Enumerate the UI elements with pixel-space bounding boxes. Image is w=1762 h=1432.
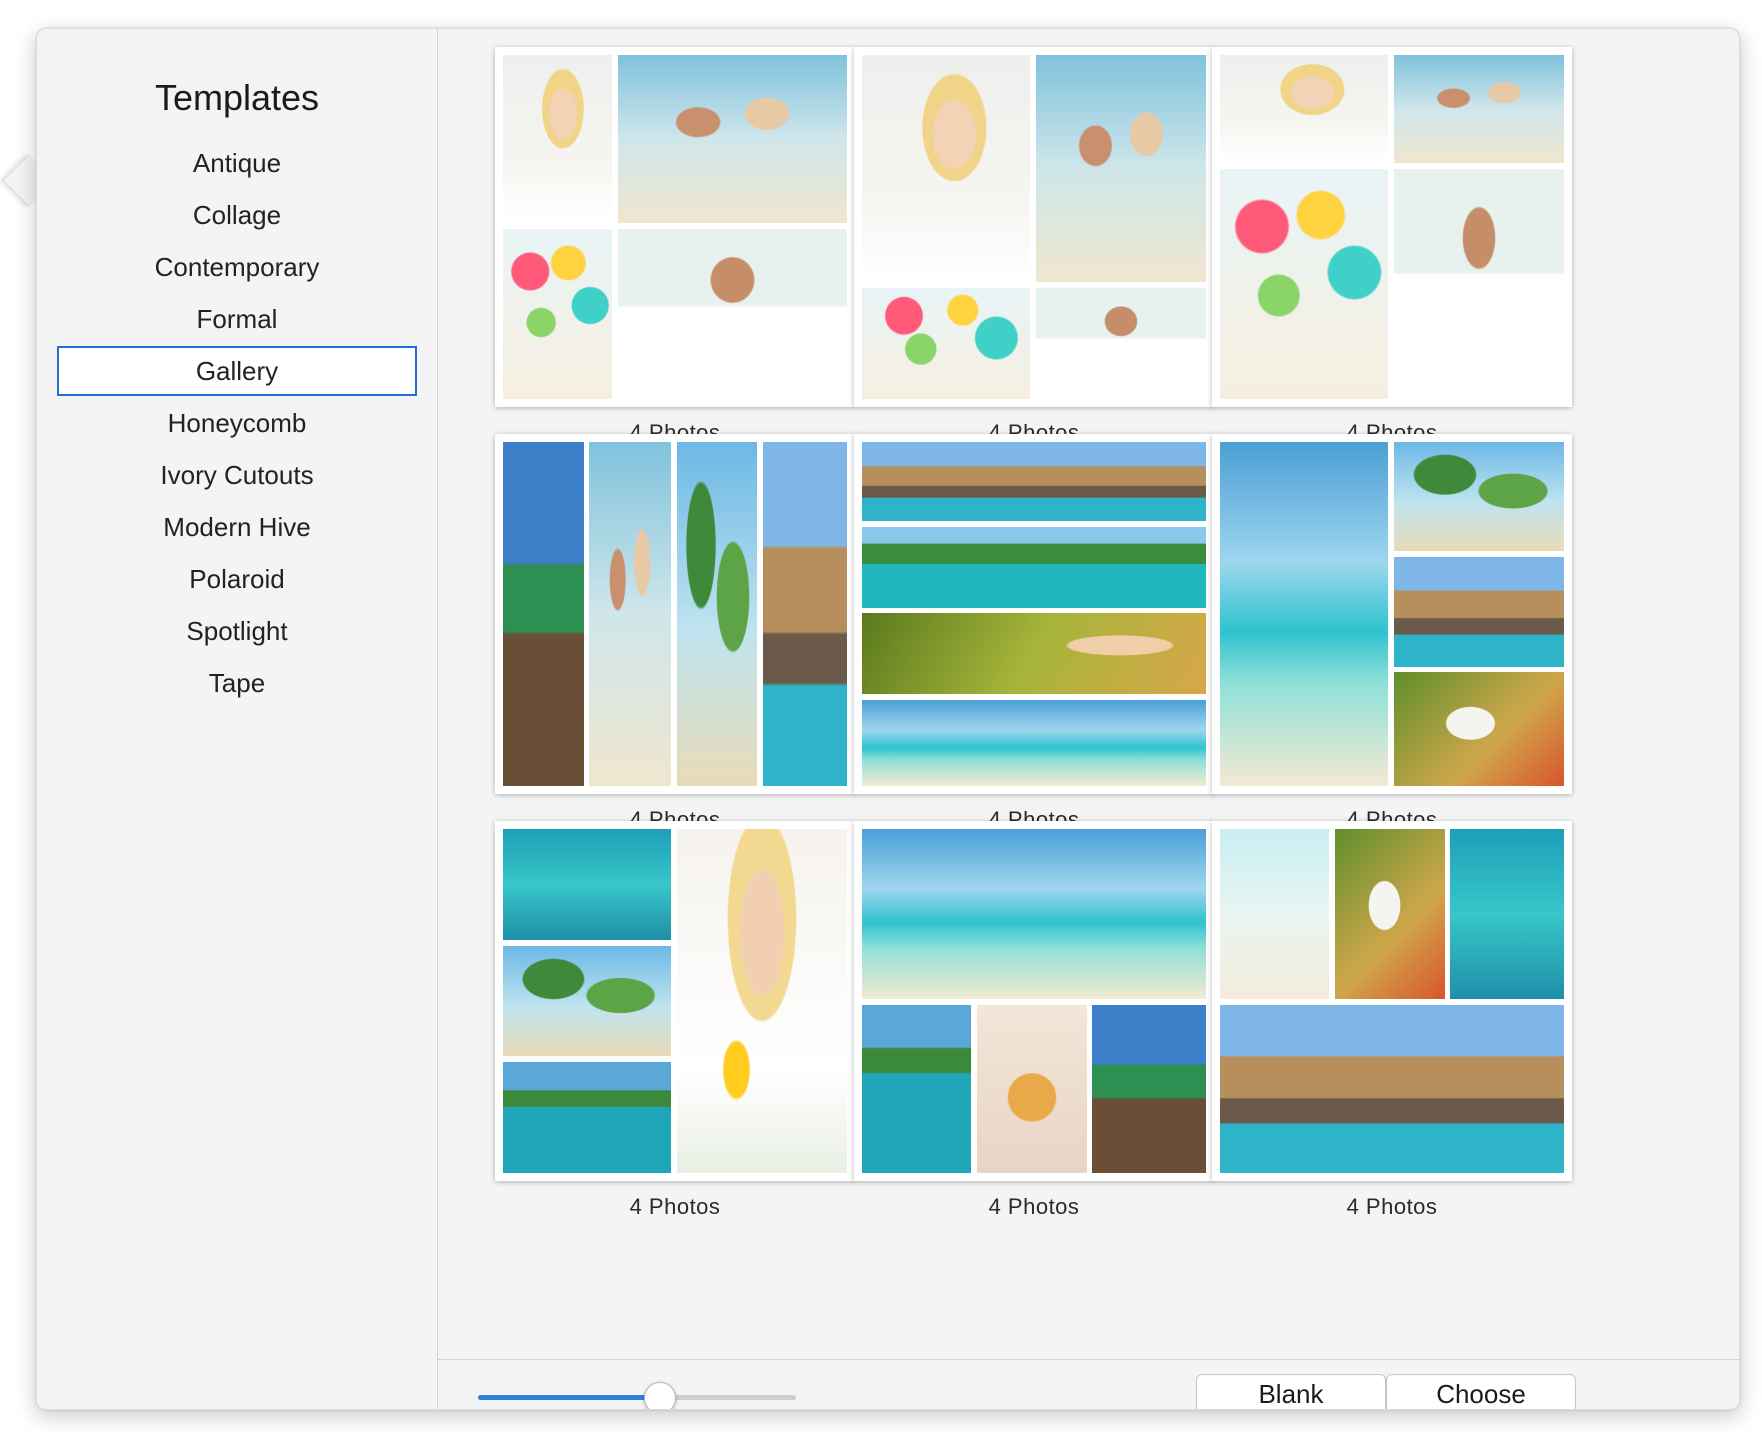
photo-placeholder [1334,828,1445,1000]
template-thumbnail[interactable] [854,821,1214,1181]
photo-placeholder [1092,1004,1207,1174]
template-thumbnail[interactable] [1212,47,1572,407]
sidebar-item-label: Tape [208,668,266,698]
photo-placeholder [502,945,671,1057]
sidebar-item-honeycomb[interactable]: Honeycomb [37,397,437,449]
photo-placeholder [976,1004,1087,1174]
photo-placeholder [617,54,848,223]
photo-placeholder [861,613,1207,695]
blank-button[interactable]: Blank [1196,1374,1386,1409]
photo-placeholder [617,228,848,400]
template-thumbnail[interactable] [495,821,855,1181]
template-grid: 4 Photos 4 Photos 4 Photos 4 Photos 4 Photos… [438,29,1739,1359]
sidebar-item-contemporary[interactable]: Contemporary [37,241,437,293]
footer-bar: Blank Choose [438,1359,1739,1409]
photo-placeholder [1219,828,1329,1000]
photo-placeholder [861,699,1207,787]
photo-placeholder [1450,828,1565,1000]
sidebar-item-label: Gallery [195,356,279,386]
template-thumbnail[interactable] [1212,821,1572,1181]
template-card[interactable]: 4 Photos [854,47,1214,446]
template-card[interactable]: 4 Photos [1212,434,1572,833]
sidebar-item-polaroid[interactable]: Polaroid [37,553,437,605]
sidebar-item-tape[interactable]: Tape [37,657,437,709]
photo-placeholder [502,441,584,787]
sidebar-item-label: Formal [196,304,278,334]
template-thumbnail[interactable] [495,47,855,407]
photo-placeholder [861,828,1207,1000]
sidebar-item-label: Ivory Cutouts [160,460,314,490]
template-card[interactable]: 4 Photos [495,47,855,446]
template-caption: 4 Photos [1346,1194,1438,1219]
photo-placeholder [1393,672,1565,787]
photo-placeholder [1393,556,1565,667]
photo-placeholder [1393,441,1565,551]
sidebar-item-spotlight[interactable]: Spotlight [37,605,437,657]
photo-placeholder [502,828,671,941]
sidebar: Templates Antique Collage Contemporary Form… [37,29,438,1409]
photo-placeholder [861,441,1207,522]
template-thumbnail[interactable] [495,434,855,794]
photo-placeholder [1035,54,1207,283]
sidebar-item-collage[interactable]: Collage [37,189,437,241]
choose-button[interactable]: Choose [1386,1374,1576,1409]
template-thumbnail[interactable] [854,47,1214,407]
sidebar-item-label: Antique [192,148,282,178]
template-category-list: Antique Collage Contemporary Formal Gallery H… [37,137,437,709]
photo-placeholder [502,228,612,400]
photo-placeholder [502,1061,671,1174]
template-card[interactable]: 4 Photos [495,821,855,1220]
zoom-slider-fill [478,1395,660,1400]
sidebar-item-ivory-cutouts[interactable]: Ivory Cutouts [37,449,437,501]
sidebar-item-label: Contemporary [154,252,320,282]
photo-placeholder [1219,54,1388,163]
template-card[interactable]: 4 Photos [1212,47,1572,446]
sidebar-title: Templates [154,77,320,118]
template-thumbnail[interactable] [1212,434,1572,794]
sidebar-item-formal[interactable]: Formal [37,293,437,345]
template-card[interactable]: 4 Photos [495,434,855,833]
photo-placeholder [861,54,1030,283]
template-chooser-window: Templates Antique Collage Contemporary Form… [36,28,1740,1410]
photo-placeholder [763,441,848,787]
photo-placeholder [1393,54,1565,163]
photo-placeholder [1219,441,1388,787]
zoom-slider-knob[interactable] [644,1382,677,1409]
photo-placeholder [861,287,1030,400]
photo-placeholder [1219,1004,1565,1174]
photo-placeholder [502,54,612,223]
sidebar-item-label: Spotlight [186,616,288,646]
photo-placeholder [1035,287,1207,400]
photo-placeholder [589,441,672,787]
zoom-slider[interactable] [478,1395,796,1400]
photo-placeholder [676,441,758,787]
template-card[interactable]: 4 Photos [854,821,1214,1220]
sidebar-item-antique[interactable]: Antique [37,137,437,189]
photo-placeholder [1393,168,1565,400]
photo-placeholder [676,828,848,1174]
template-caption: 4 Photos [629,1194,721,1219]
template-card[interactable]: 4 Photos [1212,821,1572,1220]
photo-placeholder [861,527,1207,608]
photo-placeholder [1219,168,1388,400]
sidebar-item-label: Polaroid [189,564,285,594]
sidebar-item-label: Collage [192,200,282,230]
template-card[interactable]: 4 Photos [854,434,1214,833]
template-thumbnail[interactable] [854,434,1214,794]
sidebar-item-label: Modern Hive [163,512,311,542]
sidebar-item-gallery[interactable]: Gallery [37,345,437,397]
template-caption: 4 Photos [988,1194,1080,1219]
sidebar-item-label: Honeycomb [167,408,307,438]
sidebar-item-modern-hive[interactable]: Modern Hive [37,501,437,553]
photo-placeholder [861,1004,971,1174]
